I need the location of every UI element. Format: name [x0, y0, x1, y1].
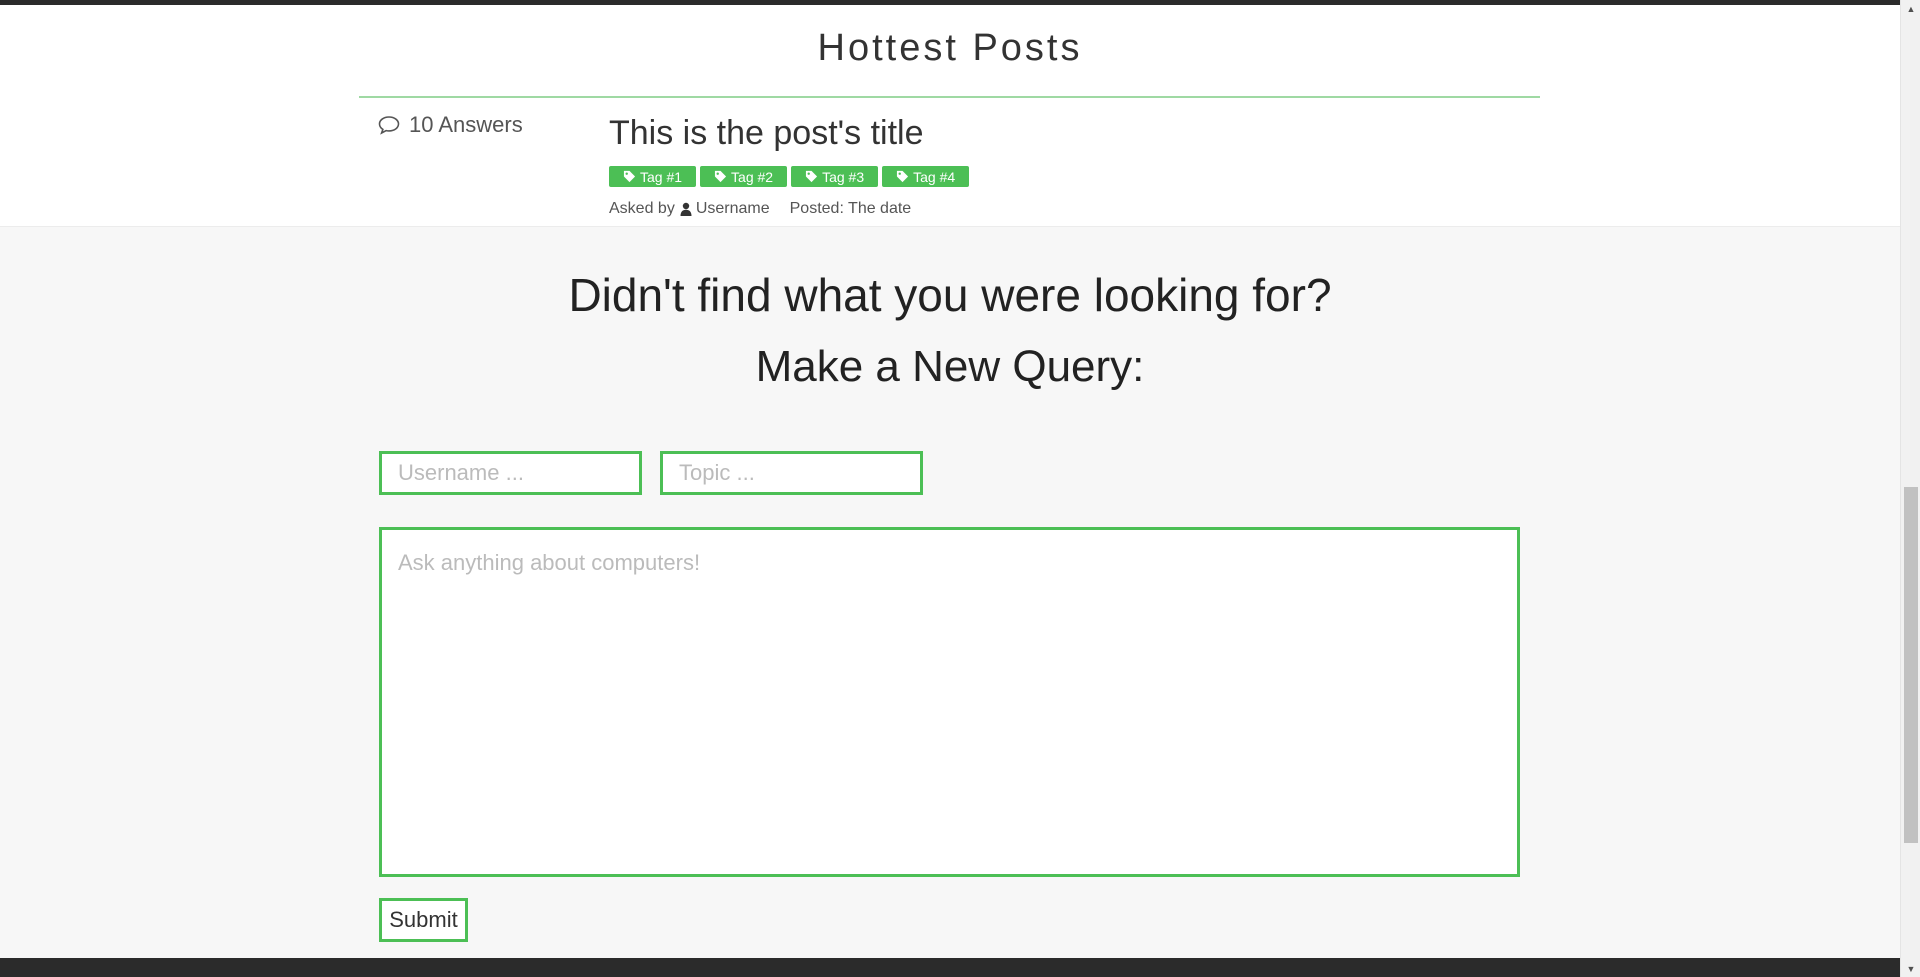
post-title-link[interactable]: This is the post's title: [609, 114, 924, 153]
tag-icon: [623, 170, 636, 183]
page: Hottest Posts 10 Answers This is the pos…: [0, 0, 1900, 977]
tag-badge[interactable]: Tag #4: [882, 166, 970, 187]
tag-badge[interactable]: Tag #1: [609, 166, 697, 187]
posted-date: Posted: The date: [789, 200, 912, 217]
scrollbar-thumb[interactable]: [1904, 487, 1918, 843]
section-divider: [359, 96, 1540, 98]
user-icon: [680, 202, 692, 216]
comment-icon: [378, 116, 400, 135]
tag-label: Tag #1: [640, 168, 683, 185]
not-found-heading: Didn't find what you were looking for?: [568, 269, 1332, 321]
hottest-posts-section: Hottest Posts 10 Answers This is the pos…: [0, 5, 1900, 227]
topic-input[interactable]: [660, 451, 923, 495]
tag-label: Tag #3: [822, 168, 865, 185]
answer-count: 10 Answers: [377, 112, 523, 138]
tag-icon: [897, 170, 909, 183]
footer-bar: [0, 958, 1900, 977]
tag-icon: [806, 170, 818, 183]
tag-label: Tag #4: [913, 168, 956, 185]
vertical-scrollbar[interactable]: ▲ ▼: [1900, 0, 1920, 977]
scroll-up-arrow-icon[interactable]: ▲: [1901, 0, 1920, 17]
scroll-down-arrow-icon[interactable]: ▼: [1901, 960, 1920, 977]
author-username-link[interactable]: Username: [696, 200, 770, 218]
tag-label: Tag #2: [731, 168, 774, 185]
tag-badge[interactable]: Tag #2: [700, 166, 788, 187]
question-textarea[interactable]: [379, 527, 1520, 877]
asked-by-label: Asked by: [609, 200, 675, 217]
tag-list: Tag #1 Tag #2 Tag #3 Tag #4: [609, 166, 970, 187]
answer-count-label: 10 Answers: [409, 112, 523, 137]
section-title: Hottest Posts: [817, 27, 1083, 69]
tag-badge[interactable]: Tag #3: [791, 166, 879, 187]
post-meta: Asked by Username Posted: The date: [609, 200, 911, 218]
username-input[interactable]: [379, 451, 642, 495]
new-query-heading: Make a New Query:: [755, 342, 1145, 391]
submit-button[interactable]: Submit: [379, 898, 468, 942]
tag-icon: [714, 170, 727, 183]
